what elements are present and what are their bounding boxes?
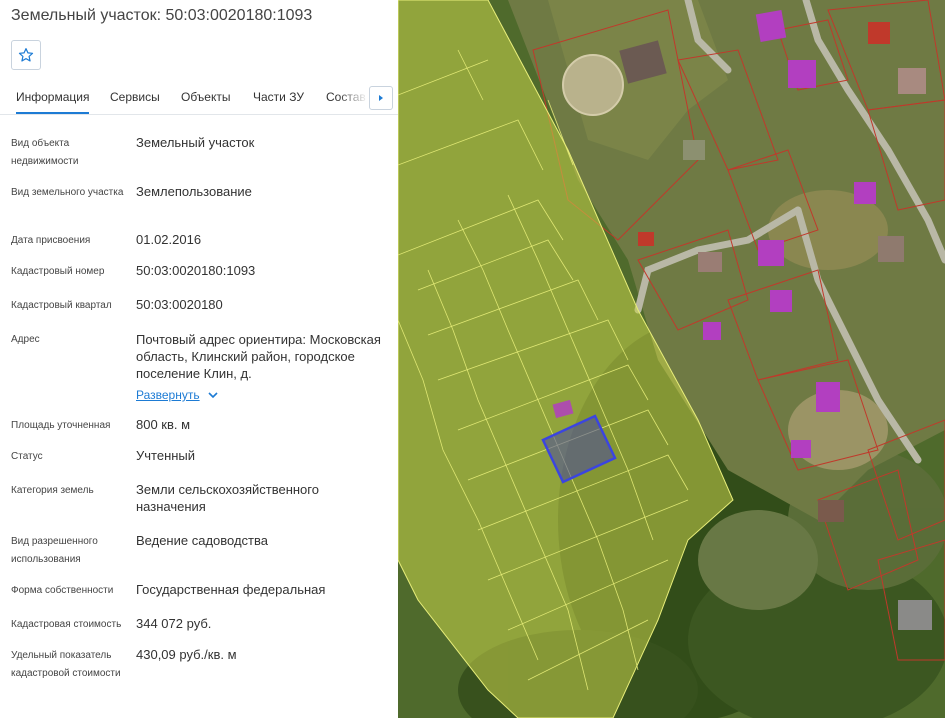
info-panel: Земельный участок: 50:03:0020180:1093 Ин…	[0, 0, 398, 718]
favorite-button[interactable]	[11, 40, 41, 70]
label-object-type: Вид объекта недвижимости	[11, 138, 79, 167]
value-address: Почтовый адрес ориентира: Московская обл…	[136, 332, 381, 381]
value-plot-type: Землепользование	[136, 184, 252, 199]
tab-bar: Информация Сервисы Объекты Части ЗУ Сост…	[0, 82, 398, 115]
label-status: Статус	[11, 451, 43, 462]
label-specific-value: Удельный показатель кадастровой стоимост…	[11, 650, 121, 679]
label-assign-date: Дата присвоения	[11, 235, 91, 246]
label-area: Площадь уточненная	[11, 420, 111, 431]
tab-objects[interactable]: Объекты	[181, 90, 231, 112]
label-plot-type: Вид земельного участка	[11, 187, 124, 198]
tab-information[interactable]: Информация	[16, 90, 90, 114]
label-cadastral-number: Кадастровый номер	[11, 266, 105, 277]
tab-fade	[338, 82, 368, 114]
label-cadastral-quarter: Кадастровый квартал	[11, 300, 112, 311]
star-icon	[18, 48, 34, 62]
value-object-type: Земельный участок	[136, 135, 255, 150]
label-land-category: Категория земель	[11, 485, 94, 496]
value-assign-date: 01.02.2016	[136, 232, 202, 247]
value-specific-value: 430,09 руб./кв. м	[136, 647, 237, 662]
value-cadastral-value: 344 072 руб.	[136, 616, 212, 631]
label-ownership: Форма собственности	[11, 585, 114, 596]
value-ownership: Государственная федеральная	[136, 582, 326, 597]
value-cadastral-quarter: 50:03:0020180	[136, 297, 223, 312]
chevron-right-icon	[379, 95, 383, 101]
map-view[interactable]	[398, 0, 945, 718]
tab-scroll-button[interactable]	[369, 86, 393, 110]
label-cadastral-value: Кадастровая стоимость	[11, 619, 122, 630]
value-land-category: Земли сельскохозяйственного назначения	[136, 482, 319, 514]
value-status: Учтенный	[136, 448, 196, 463]
chevron-down-icon	[208, 392, 218, 399]
value-cadastral-number: 50:03:0020180:1093	[136, 263, 256, 278]
page-title: Земельный участок: 50:03:0020180:1093	[11, 7, 313, 24]
map-canvas[interactable]	[398, 0, 945, 718]
value-area: 800 кв. м	[136, 417, 191, 432]
label-permitted-use: Вид разрешенного использования	[11, 536, 98, 565]
label-address: Адрес	[11, 334, 40, 345]
expand-link[interactable]: Развернуть	[136, 388, 220, 402]
tab-plot-parts[interactable]: Части ЗУ	[253, 90, 304, 112]
value-permitted-use: Ведение садоводства	[136, 533, 268, 548]
expand-label: Развернуть	[136, 388, 200, 402]
tab-services[interactable]: Сервисы	[110, 90, 160, 112]
